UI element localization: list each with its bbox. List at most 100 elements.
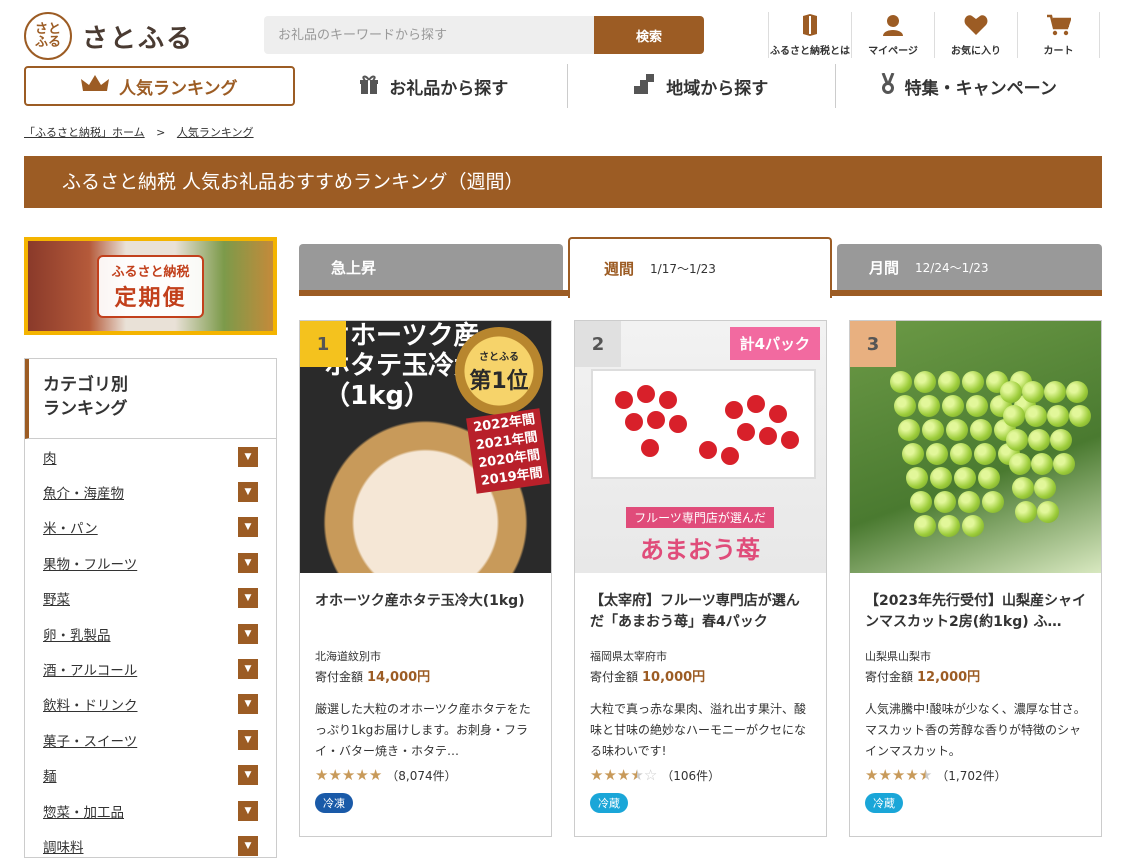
tab-label: 週間 (604, 260, 635, 278)
header-nav-favorites[interactable]: お気に入り (934, 12, 1017, 58)
header-nav-mypage[interactable]: マイページ (851, 12, 934, 58)
category-item[interactable]: 惣菜・加工品 ▼ (43, 793, 258, 828)
product-rating: ★★★★★ （1,702件） (865, 766, 1007, 784)
product-card[interactable]: 3 【2023年先行受付】山梨産シャインマスカット2房(約1kg) ふ… 山梨県… (849, 320, 1102, 837)
strawberry (721, 447, 739, 465)
category-item[interactable]: 酒・アルコール ▼ (43, 651, 258, 686)
tab-monthly[interactable]: 月間 12/24〜1/23 (837, 244, 1102, 290)
category-link[interactable]: 米・パン (43, 517, 98, 537)
product-card[interactable]: 1 オホーツク産 ホタテ玉冷大 （1kg） さとふる 第1位 2022年間 20… (299, 320, 552, 837)
main-nav-features[interactable]: 特集・キャンペーン (836, 64, 1103, 108)
search-input[interactable] (264, 16, 594, 54)
category-item[interactable]: 調味料 ▼ (43, 828, 258, 863)
category-item[interactable]: 肉 ▼ (43, 439, 258, 474)
star-icon: ★ (905, 766, 919, 784)
grape (946, 419, 968, 441)
star-icon: ★ (603, 766, 617, 784)
strawberry (641, 439, 659, 457)
category-link[interactable]: 麺 (43, 765, 57, 785)
category-item[interactable]: 麺 ▼ (43, 758, 258, 793)
category-link[interactable]: 野菜 (43, 588, 70, 608)
pack-label: 計4パック (729, 327, 820, 360)
main-nav-region[interactable]: 地域から探す (568, 64, 836, 108)
category-link[interactable]: 果物・フルーツ (43, 553, 137, 573)
category-link[interactable]: 魚介・海産物 (43, 482, 124, 502)
main-nav-label: 特集・キャンペーン (904, 78, 1057, 99)
rating-stars: ★★★★★ (865, 766, 932, 784)
tab-weekly[interactable]: 週間 1/17〜1/23 (568, 237, 832, 298)
chevron-down-icon[interactable]: ▼ (238, 623, 258, 644)
main-nav-label: 人気ランキング (119, 78, 238, 99)
chevron-down-icon[interactable]: ▼ (238, 517, 258, 538)
chevron-down-icon[interactable]: ▼ (238, 765, 258, 786)
category-link[interactable]: 調味料 (43, 836, 84, 856)
tab-trending[interactable]: 急上昇 (299, 244, 563, 290)
grape (1009, 453, 1031, 475)
star-icon: ★ (355, 766, 369, 784)
category-item[interactable]: 米・パン ▼ (43, 510, 258, 545)
chevron-down-icon[interactable]: ▼ (238, 729, 258, 750)
product-title[interactable]: 【太宰府】フルーツ専門店が選んだ「あまおう苺」春4パック (590, 591, 812, 633)
product-description: 大粒で真っ赤な果肉、溢れ出す果汁、酸味と甘味の絶妙なハーモニーがクセになる味わい… (590, 702, 807, 758)
product-image[interactable]: 3 (850, 321, 1101, 573)
chevron-down-icon[interactable]: ▼ (238, 659, 258, 680)
product-title[interactable]: 【2023年先行受付】山梨産シャインマスカット2房(約1kg) ふ… (865, 591, 1087, 633)
category-link[interactable]: 菓子・スイーツ (43, 730, 137, 750)
strawberry (669, 415, 687, 433)
category-link[interactable]: 飲料・ドリンク (43, 694, 138, 714)
star-icon: ★ (328, 766, 342, 784)
product-rating: ★★★★☆ （106件） (590, 766, 720, 784)
product-price: 寄付金額 10,000円 (590, 670, 706, 685)
header-nav-cart[interactable]: カート (1017, 12, 1100, 58)
product-card[interactable]: 2 計4パック フルーツ専門店が選んだ あまおう苺 【太宰府】フルーツ専門店が選… (574, 320, 827, 837)
tab-label: 急上昇 (331, 258, 377, 277)
strawberry (747, 395, 765, 413)
main-nav-ranking[interactable]: 人気ランキング (24, 66, 295, 106)
grape (902, 443, 924, 465)
chevron-down-icon[interactable]: ▼ (238, 835, 258, 856)
grape (1025, 405, 1047, 427)
category-item[interactable]: 魚介・海産物 ▼ (43, 474, 258, 509)
chevron-down-icon[interactable]: ▼ (238, 552, 258, 573)
grape (1037, 501, 1059, 523)
category-item[interactable]: 野菜 ▼ (43, 581, 258, 616)
product-image[interactable]: 1 オホーツク産 ホタテ玉冷大 （1kg） さとふる 第1位 2022年間 20… (300, 321, 551, 573)
chevron-down-icon[interactable]: ▼ (238, 694, 258, 715)
category-item[interactable]: 卵・乳製品 ▼ (43, 616, 258, 651)
ranking-tabs: 急上昇 週間 1/17〜1/23 月間 12/24〜1/23 (299, 237, 1102, 299)
site-logo[interactable]: さと ふる さとふる (24, 12, 194, 60)
chevron-down-icon[interactable]: ▼ (238, 446, 258, 467)
review-count: （1,702件） (936, 768, 1007, 783)
star-icon: ★ (341, 766, 356, 784)
grape (1053, 453, 1075, 475)
header-nav-label: マイページ (868, 45, 918, 57)
header-nav-about[interactable]: ふるさと納税とは (768, 12, 851, 58)
grape (910, 491, 932, 513)
category-link[interactable]: 卵・乳製品 (43, 624, 111, 644)
product-title[interactable]: オホーツク産ホタテ玉冷大(1kg) (315, 591, 537, 612)
main-nav-gifts[interactable]: お礼品から探す (301, 64, 568, 108)
grape (1003, 405, 1025, 427)
tab-label: 月間 (869, 258, 900, 277)
category-item[interactable]: 飲料・ドリンク ▼ (43, 687, 258, 722)
category-item[interactable]: 菓子・スイーツ ▼ (43, 722, 258, 757)
category-link[interactable]: 肉 (43, 447, 57, 467)
search-button[interactable]: 検索 (594, 16, 704, 54)
chevron-down-icon[interactable]: ▼ (238, 800, 258, 821)
category-link[interactable]: 酒・アルコール (43, 659, 137, 679)
strawberry (615, 391, 633, 409)
category-link[interactable]: 惣菜・加工品 (43, 801, 124, 821)
breadcrumb-current[interactable]: 人気ランキング (177, 126, 254, 139)
product-price: 寄付金額 12,000円 (865, 670, 981, 685)
shipping-badge: 冷凍 (315, 793, 353, 813)
breadcrumb-home[interactable]: 「ふるさと納税」ホーム (24, 126, 145, 139)
caption-big: あまおう苺 (640, 536, 760, 564)
chevron-down-icon[interactable]: ▼ (238, 482, 258, 503)
breadcrumb-separator: > (156, 126, 166, 139)
category-item[interactable]: 果物・フルーツ ▼ (43, 545, 258, 580)
product-image[interactable]: 2 計4パック フルーツ専門店が選んだ あまおう苺 (575, 321, 826, 573)
grape (1031, 453, 1053, 475)
grape (906, 467, 928, 489)
subscription-promo-banner[interactable]: ふるさと納税 定期便 (24, 237, 277, 335)
chevron-down-icon[interactable]: ▼ (238, 588, 258, 609)
